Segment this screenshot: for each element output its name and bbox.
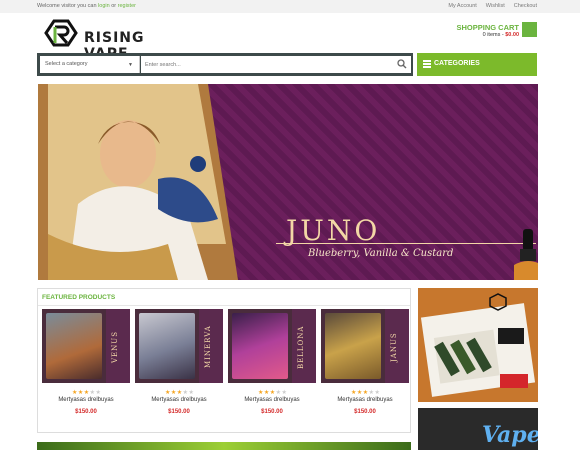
menu-icon: [423, 60, 431, 68]
product-price: $150.00: [261, 409, 283, 415]
welcome-message: Welcome visitor you can login or registe…: [37, 3, 136, 9]
logo-icon: [44, 19, 78, 47]
category-select[interactable]: Select a category ▼: [40, 56, 140, 73]
banner-divider: [276, 243, 536, 244]
product-card[interactable]: JANUS ★★★★★ Mertyasas drelbuyas $150.00: [321, 309, 409, 429]
section-divider: [38, 305, 410, 306]
search-bar: Select a category ▼: [37, 53, 413, 76]
category-select-label: Select a category: [45, 61, 88, 67]
product-image[interactable]: BELLONA: [228, 309, 316, 383]
account-links: My Account Wishlist Checkout: [448, 3, 537, 9]
rating-stars: ★★★★★: [258, 390, 288, 396]
product-artwork: [232, 313, 288, 379]
side-promo-banner[interactable]: [418, 288, 538, 402]
cart-summary: 0 items - $0.00: [483, 32, 519, 38]
product-name[interactable]: Mertyasas drelbuyas: [135, 397, 223, 403]
hero-banner[interactable]: JUNO Blueberry, Vanilla & Custard: [38, 84, 538, 280]
side-banner-text: Vape: [482, 422, 538, 448]
cart-item-count: 0 items -: [482, 32, 506, 38]
categories-button[interactable]: CATEGORIES: [417, 53, 537, 76]
product-label: VENUS: [111, 331, 119, 363]
site-logo[interactable]: RISING VAPE: [42, 18, 192, 62]
checkout-link[interactable]: Checkout: [514, 3, 537, 9]
product-label: MINERVA: [204, 325, 212, 369]
chevron-down-icon: ▼: [128, 62, 133, 68]
promo-kit-image: [420, 293, 536, 397]
shopping-cart[interactable]: SHOPPING CART 0 items - $0.00: [427, 22, 537, 44]
search-icon[interactable]: [396, 58, 408, 70]
top-bar: Welcome visitor you can login or registe…: [0, 0, 580, 13]
side-vape-banner[interactable]: Vape: [418, 408, 538, 450]
product-name[interactable]: Mertyasas drelbuyas: [321, 397, 409, 403]
product-card[interactable]: VENUS ★★★★★ Mertyasas drelbuyas $150.00: [42, 309, 130, 429]
product-price: $150.00: [168, 409, 190, 415]
product-card[interactable]: BELLONA ★★★★★ Mertyasas drelbuyas $150.0…: [228, 309, 316, 429]
or-text: or: [109, 3, 118, 9]
categories-label: CATEGORIES: [434, 60, 480, 67]
cart-total: $0.00: [505, 32, 519, 38]
rating-stars: ★★★★★: [72, 390, 102, 396]
product-price: $150.00: [354, 409, 376, 415]
banner-subheading: Blueberry, Vanilla & Custard: [308, 248, 454, 259]
login-link[interactable]: login: [98, 3, 110, 9]
product-label: BELLONA: [297, 325, 305, 369]
my-account-link[interactable]: My Account: [448, 3, 476, 9]
product-image[interactable]: VENUS: [42, 309, 130, 383]
rating-stars: ★★★★★: [165, 390, 195, 396]
product-artwork: [46, 313, 102, 379]
product-name[interactable]: Mertyasas drelbuyas: [42, 397, 130, 403]
eliquid-bottle-image: [514, 229, 538, 280]
product-artwork: [139, 313, 195, 379]
featured-products-section: FEATURED PRODUCTS VENUS ★★★★★ Mertyasas …: [37, 288, 411, 433]
product-image[interactable]: JANUS: [321, 309, 409, 383]
goddess-artwork: [38, 84, 238, 280]
product-image[interactable]: MINERVA: [135, 309, 223, 383]
product-name[interactable]: Mertyasas drelbuyas: [228, 397, 316, 403]
register-link[interactable]: register: [118, 3, 136, 9]
welcome-text: Welcome visitor you can: [37, 3, 99, 9]
product-artwork: [325, 313, 381, 379]
rating-stars: ★★★★★: [351, 390, 381, 396]
cart-title: SHOPPING CART: [456, 23, 519, 32]
search-input[interactable]: [141, 56, 411, 73]
cart-icon[interactable]: [522, 22, 537, 37]
bottom-banner[interactable]: [37, 442, 411, 450]
wishlist-link[interactable]: Wishlist: [486, 3, 505, 9]
featured-products-title: FEATURED PRODUCTS: [42, 294, 116, 301]
product-card[interactable]: MINERVA ★★★★★ Mertyasas drelbuyas $150.0…: [135, 309, 223, 429]
product-label: JANUS: [390, 332, 398, 362]
product-price: $150.00: [75, 409, 97, 415]
